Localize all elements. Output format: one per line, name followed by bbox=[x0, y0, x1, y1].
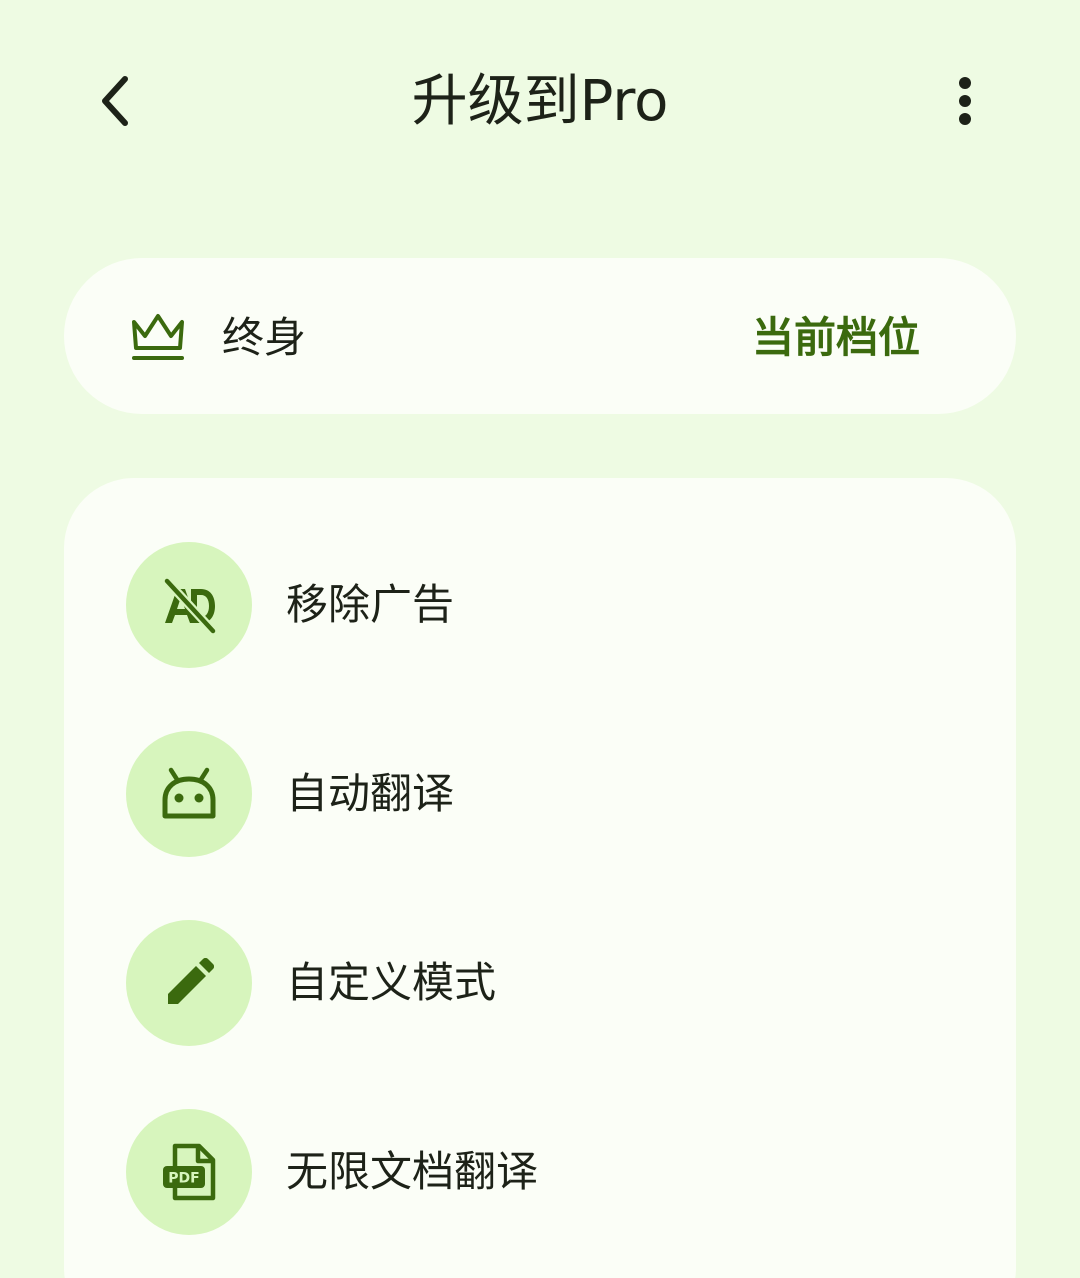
more-vert-icon bbox=[959, 77, 971, 125]
feature-label: 自定义模式 bbox=[286, 958, 497, 1007]
feature-item-remove-ads: 移除广告 bbox=[126, 542, 946, 668]
upgrade-pro-screen: 升级到Pro 终身 当前档位 移除广告 自动翻译 自定义模式 PDF 无限文档翻… bbox=[0, 0, 1080, 1278]
ad-off-icon bbox=[162, 576, 218, 635]
feature-label: 移除广告 bbox=[286, 580, 455, 629]
svg-text:PDF: PDF bbox=[168, 1171, 199, 1187]
feature-icon-bg bbox=[126, 731, 252, 857]
current-tier-badge: 当前档位 bbox=[751, 313, 920, 362]
android-icon bbox=[162, 767, 216, 819]
feature-label: 无限文档翻译 bbox=[286, 1147, 539, 1196]
feature-icon-bg: PDF bbox=[126, 1109, 252, 1235]
feature-label: 自动翻译 bbox=[286, 769, 455, 818]
pdf-icon: PDF bbox=[163, 1143, 216, 1201]
pencil-icon bbox=[168, 958, 214, 1004]
page-title: 升级到Pro bbox=[411, 69, 669, 134]
feature-icon-bg bbox=[126, 542, 252, 668]
crown-icon bbox=[132, 314, 184, 360]
feature-icon-bg bbox=[126, 920, 252, 1046]
tier-label: 终身 bbox=[222, 313, 307, 362]
feature-item-auto-translate: 自动翻译 bbox=[126, 731, 946, 857]
feature-item-unlimited-docs: PDF 无限文档翻译 bbox=[126, 1109, 946, 1235]
feature-item-custom-mode: 自定义模式 bbox=[126, 920, 946, 1046]
more-options-button[interactable] bbox=[930, 66, 1000, 136]
top-app-bar: 升级到Pro bbox=[0, 0, 1080, 210]
